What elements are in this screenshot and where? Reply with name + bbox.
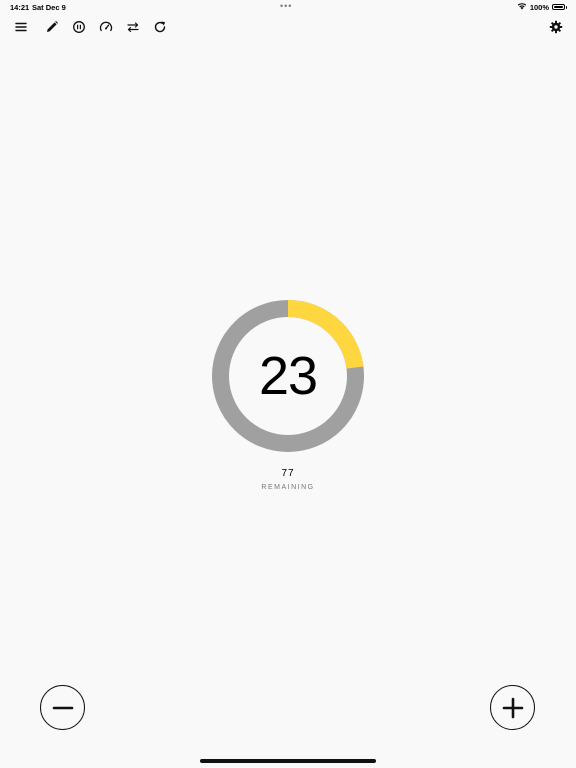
- status-date: Sat Dec 9: [32, 3, 66, 12]
- status-time: 14:21: [10, 3, 30, 12]
- battery-icon: [552, 4, 567, 10]
- plus-icon: [502, 697, 523, 718]
- multitask-dots[interactable]: •••: [280, 1, 292, 11]
- wifi-icon: [517, 2, 527, 12]
- counter-screen: 14:21 Sat Dec 9 ••• 100% 23 77 REMAINING: [0, 0, 576, 768]
- pencil-icon[interactable]: [44, 19, 60, 35]
- swap-arrows-icon[interactable]: [125, 19, 141, 35]
- remaining-value: 77: [281, 468, 295, 479]
- decrement-button[interactable]: [40, 685, 85, 730]
- progress-ring: 23: [211, 299, 365, 453]
- refresh-icon[interactable]: [152, 19, 168, 35]
- gear-icon[interactable]: [548, 19, 564, 35]
- increment-button[interactable]: [490, 685, 535, 730]
- home-indicator[interactable]: [200, 759, 376, 763]
- battery-percent: 100%: [529, 2, 549, 12]
- status-indicators: 100%: [517, 2, 567, 12]
- history-icon[interactable]: [71, 19, 87, 35]
- menu-icon[interactable]: [13, 19, 29, 35]
- minus-icon: [52, 706, 73, 709]
- counter-value: 23: [258, 346, 318, 406]
- status-bar: 14:21 Sat Dec 9 ••• 100%: [0, 0, 576, 14]
- speedometer-icon[interactable]: [98, 19, 114, 35]
- remaining-label: REMAINING: [261, 484, 315, 491]
